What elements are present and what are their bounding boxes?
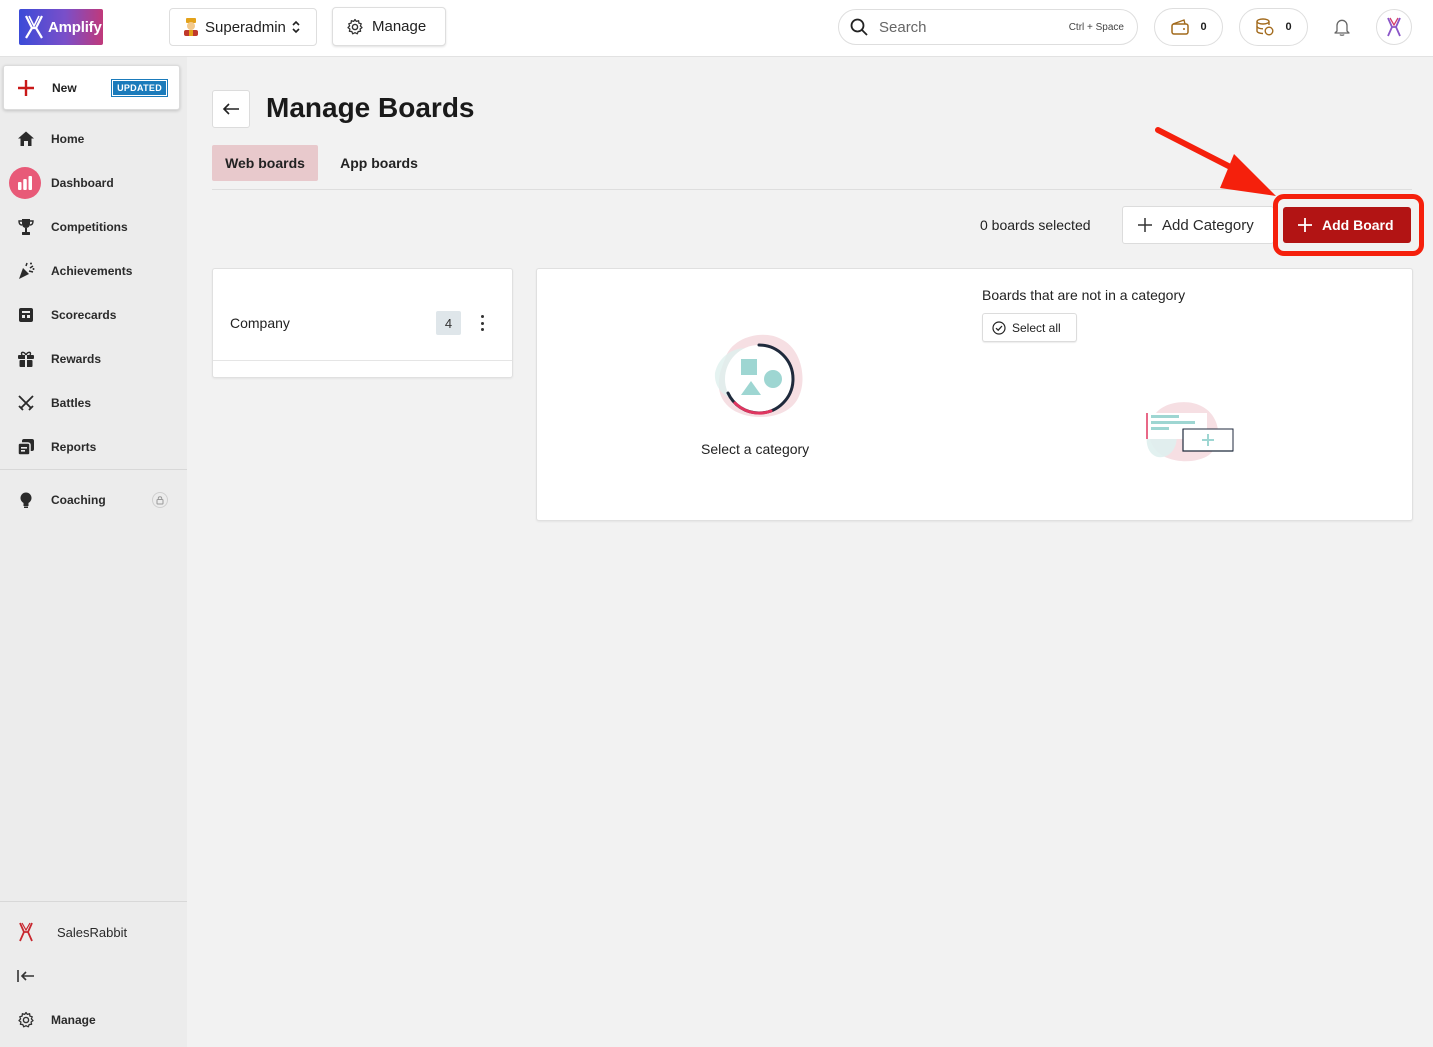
add-category-label: Add Category [1162,216,1254,234]
sidebar-item-rewards[interactable]: Rewards [0,342,187,376]
coins-count: 0 [1285,21,1292,33]
sidebar-manage-label: Manage [51,1013,96,1027]
amplify-logo[interactable]: Amplify [19,9,103,45]
crossed-swords-icon [14,391,38,415]
annotation-highlight-ring [1273,194,1424,256]
gift-icon [14,347,38,371]
manage-button[interactable]: Manage [332,7,446,46]
sidebar-item-battles[interactable]: Battles [0,386,187,420]
wallet-balance[interactable]: 0 [1154,8,1223,46]
chevron-up-down-icon [292,20,300,34]
notifications-bell-icon[interactable] [1330,14,1354,40]
scorecard-icon [14,303,38,327]
collapse-sidebar-button[interactable] [0,959,187,993]
plus-icon [1138,218,1152,232]
coins-balance[interactable]: 0 [1239,8,1308,46]
check-circle-icon [992,320,1006,335]
sidebar-item-achievements[interactable]: Achievements [0,254,187,288]
sidebar-item-label: Rewards [51,352,102,366]
search-box[interactable]: Search Ctrl + Space [838,9,1138,45]
rabbit-logo-icon [25,15,43,39]
category-item[interactable]: Company 4 [213,269,512,361]
boards-panel: Select a category Boards that are not in… [536,268,1413,521]
home-icon [14,127,38,151]
boards-selected-count: 0 boards selected [980,217,1091,233]
sidebar: New UPDATED Home Dashboard Competitions … [0,57,187,1047]
sidebar-item-dashboard[interactable]: Dashboard [0,166,187,200]
salesrabbit-logo-icon [16,921,36,943]
sidebar-item-label: Dashboard [51,176,114,190]
sidebar-manage-button[interactable]: Manage [0,1003,187,1037]
party-popper-icon [14,259,38,283]
new-button-label: New [52,80,77,95]
sidebar-item-label: Scorecards [51,308,117,322]
sidebar-item-reports[interactable]: Reports [0,430,187,464]
arrow-left-icon [222,103,239,115]
sidebar-item-label: Home [51,132,85,146]
org-switcher[interactable]: SalesRabbit [0,915,187,949]
select-all-button[interactable]: Select all [982,313,1077,342]
updated-badge: UPDATED [111,78,168,97]
sidebar-item-coaching[interactable]: Coaching [0,483,187,517]
top-bar: Amplify Superadmin Manage Search Ctrl + … [0,0,1433,57]
profile-avatar[interactable] [1376,9,1412,45]
gear-icon [15,1009,37,1031]
search-placeholder: Search [879,18,927,36]
new-button[interactable]: New UPDATED [3,65,180,110]
sidebar-item-label: Competitions [51,220,128,234]
select-all-label: Select all [1012,320,1061,335]
tab-web-boards[interactable]: Web boards [212,145,318,181]
sidebar-item-label: Battles [51,396,92,410]
sidebar-item-scorecards[interactable]: Scorecards [0,298,187,332]
search-shortcut: Ctrl + Space [1068,21,1124,33]
manage-button-label: Manage [372,18,427,35]
wallet-count: 0 [1200,21,1207,33]
category-list: Company 4 [212,268,513,378]
sidebar-divider [0,469,187,470]
annotation-arrow-icon [1155,127,1276,196]
coins-icon [1256,18,1274,36]
collapse-arrow-icon [15,965,37,987]
tab-app-boards[interactable]: App boards [327,145,431,181]
back-button[interactable] [212,90,250,128]
sidebar-item-competitions[interactable]: Competitions [0,210,187,244]
plus-icon [18,79,34,96]
lightbulb-icon [14,488,38,512]
trophy-icon [14,215,38,239]
user-switch-label: Superadmin [205,18,286,36]
uncategorized-title: Boards that are not in a category [982,287,1186,303]
page-title: Manage Boards [266,92,475,123]
lock-icon [152,492,168,508]
select-category-illustration-icon [714,334,803,418]
add-category-button[interactable]: Add Category [1122,206,1274,244]
reports-icon [14,435,38,459]
sidebar-item-home[interactable]: Home [0,122,187,156]
sidebar-item-label: Achievements [51,264,133,278]
user-switcher[interactable]: Superadmin [169,8,317,46]
sidebar-item-label: Coaching [51,493,106,507]
sidebar-item-label: Reports [51,440,97,454]
wallet-icon [1171,19,1190,35]
kebab-menu-icon[interactable] [477,312,487,334]
logo-text: Amplify [48,18,102,36]
superadmin-avatar-icon [184,18,198,36]
search-icon [850,18,868,36]
bell-icon [1334,19,1350,36]
select-category-text: Select a category [701,441,810,457]
org-label: SalesRabbit [57,924,128,940]
category-name: Company [230,315,290,331]
add-board-illustration-icon [1146,402,1234,462]
bar-chart-icon [9,167,41,199]
category-board-count: 4 [436,311,461,335]
rabbit-avatar-icon [1387,17,1401,37]
sidebar-divider-bottom [0,901,187,902]
gear-icon [347,18,363,34]
